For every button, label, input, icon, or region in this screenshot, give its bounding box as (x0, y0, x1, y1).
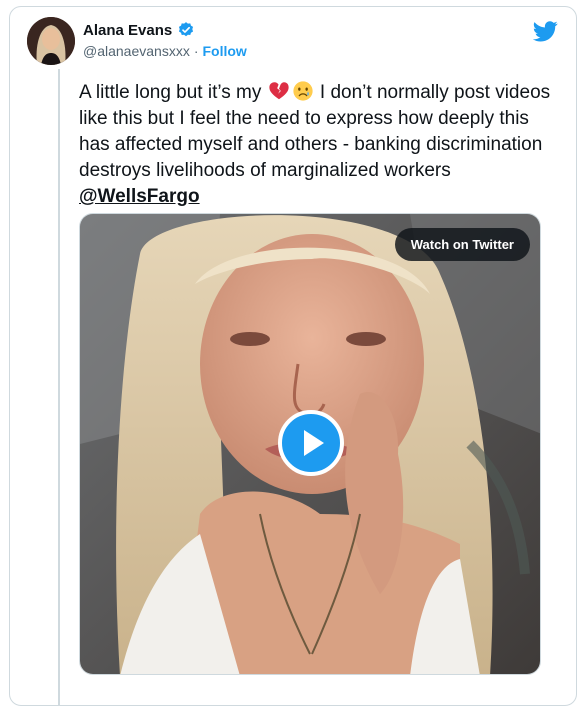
video-media[interactable]: Watch on Twitter (79, 213, 541, 675)
twitter-bird-icon[interactable] (533, 21, 558, 42)
play-icon[interactable] (278, 410, 344, 476)
handle-separator: · (193, 43, 199, 59)
verified-badge-icon (179, 22, 194, 37)
tweet-text: A little long but it’s my I don’t normal… (79, 80, 559, 210)
name-row: Alana Evans (83, 20, 247, 40)
tweet-text-part1: A little long but it’s my (79, 82, 267, 103)
author-name[interactable]: Alana Evans (83, 22, 172, 39)
author-block: Alana Evans @alanaevansxxx · Follow (83, 20, 247, 60)
tweet-card: Alana Evans @alanaevansxxx · Follow A li… (9, 6, 577, 706)
broken-heart-icon (269, 82, 289, 100)
crying-face-icon (293, 81, 313, 101)
mention-link[interactable]: @WellsFargo (79, 186, 200, 207)
author-handle[interactable]: @alanaevansxxx (83, 43, 190, 59)
thread-line (58, 69, 60, 705)
avatar-image (27, 17, 75, 65)
watch-on-twitter-button[interactable]: Watch on Twitter (394, 228, 530, 261)
follow-link[interactable]: Follow (203, 43, 247, 59)
handle-row: @alanaevansxxx · Follow (83, 43, 247, 59)
avatar[interactable] (27, 17, 75, 65)
